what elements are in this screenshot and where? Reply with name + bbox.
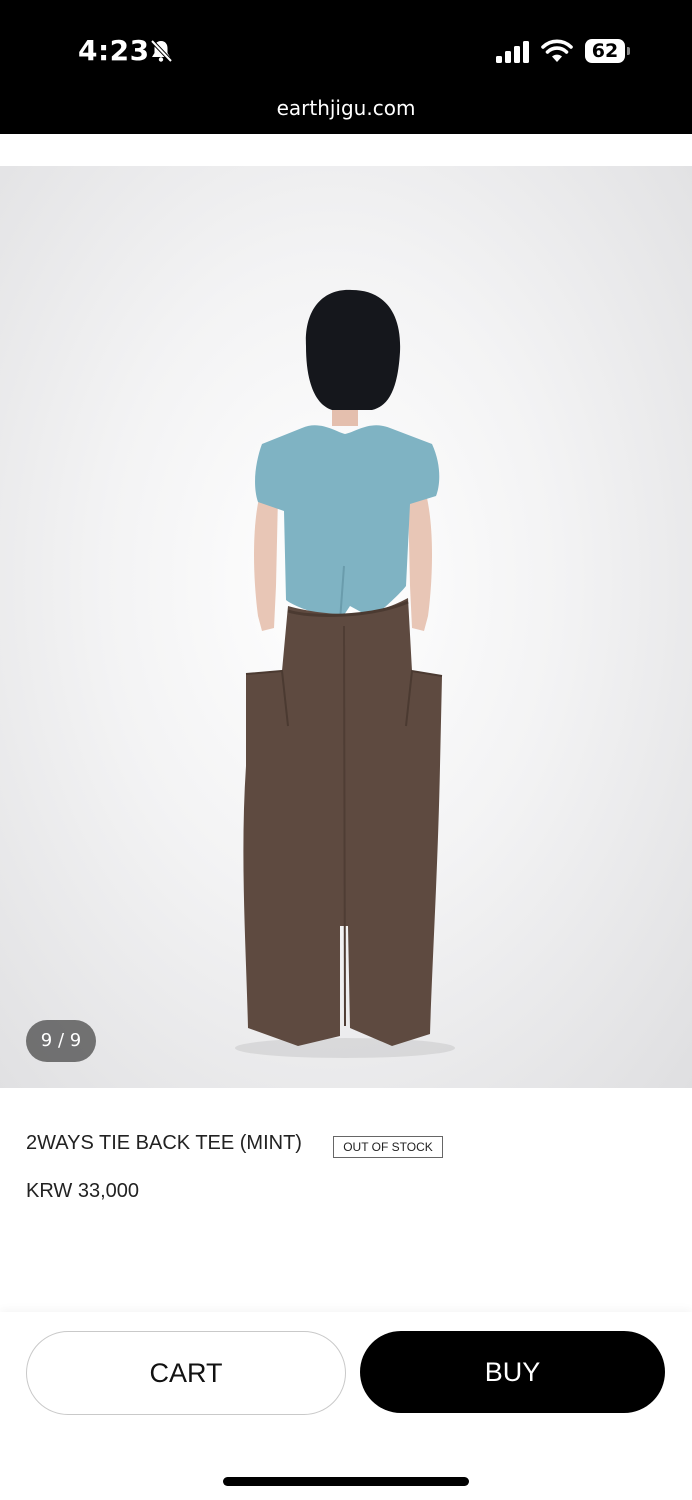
status-bar: 4:23 62 earthjigu.com <box>0 0 692 134</box>
cart-button[interactable]: CART <box>26 1331 346 1415</box>
product-price: KRW 33,000 <box>26 1180 140 1202</box>
battery-level: 62 <box>585 39 625 63</box>
status-time: 4:23 <box>78 34 150 67</box>
home-indicator[interactable] <box>223 1477 469 1486</box>
image-counter: 9 / 9 <box>26 1020 96 1062</box>
cellular-signal-icon <box>496 41 529 63</box>
battery-icon: 62 <box>585 39 630 65</box>
out-of-stock-badge: OUT OF STOCK <box>333 1136 443 1158</box>
wifi-icon <box>541 39 573 62</box>
bell-slash-icon <box>150 39 173 63</box>
browser-url[interactable]: earthjigu.com <box>0 96 692 120</box>
buy-button[interactable]: BUY <box>360 1331 665 1413</box>
product-photo <box>235 289 455 1058</box>
product-image[interactable] <box>0 166 692 1088</box>
product-title: 2WAYS TIE BACK TEE (MINT) <box>26 1132 302 1154</box>
